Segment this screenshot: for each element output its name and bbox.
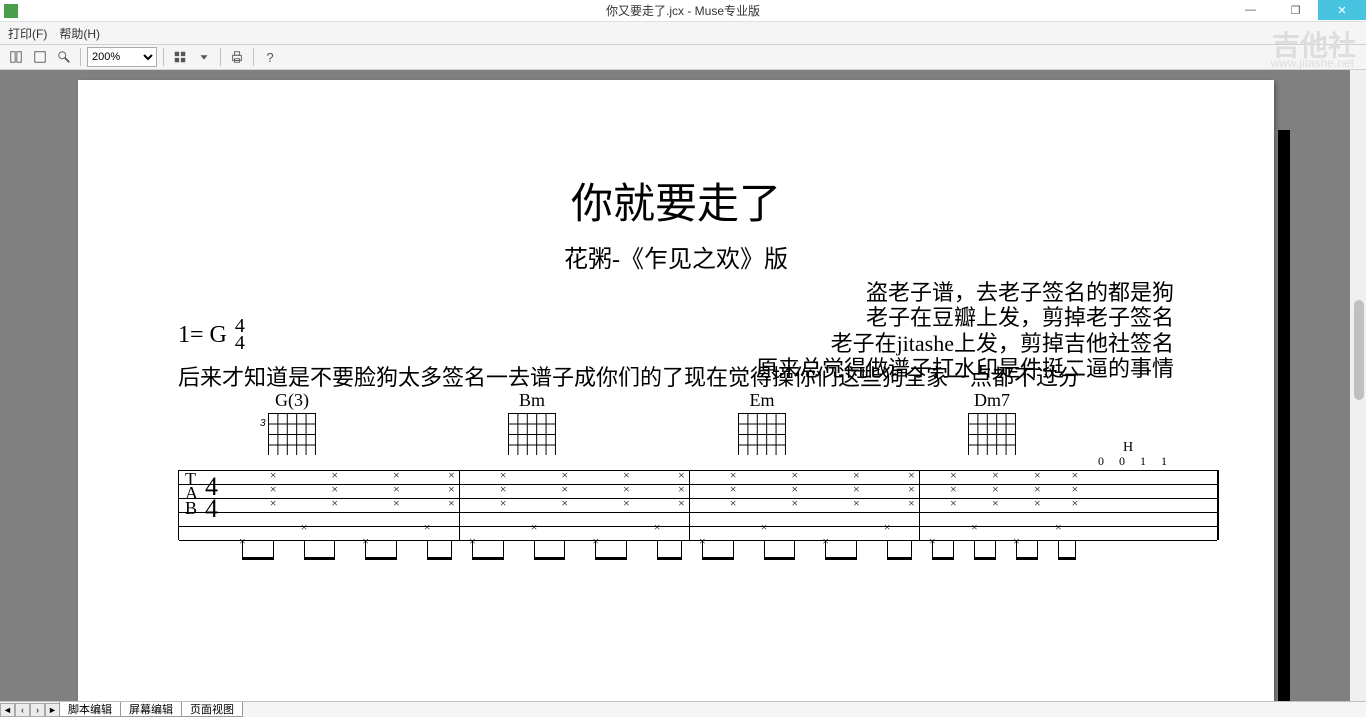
app-icon bbox=[4, 4, 18, 18]
scrollbar-thumb[interactable] bbox=[1354, 300, 1364, 400]
print-button[interactable] bbox=[227, 47, 247, 67]
tool-btn-1[interactable] bbox=[6, 47, 26, 67]
tab-screen-edit[interactable]: 屏幕编辑 bbox=[120, 702, 182, 717]
chord-bm: Bm bbox=[508, 390, 556, 455]
key-signature: 1= G 4 4 bbox=[178, 318, 245, 352]
tab-script-edit[interactable]: 脚本编辑 bbox=[59, 702, 121, 717]
separator bbox=[220, 48, 221, 66]
chord-dm7: Dm7 bbox=[968, 390, 1016, 455]
menubar: 打印(F) 帮助(H) bbox=[0, 22, 1366, 44]
bottom-tabs: ◄ ‹ › ► 脚本编辑 屏幕编辑 页面视图 bbox=[0, 701, 1366, 717]
separator bbox=[253, 48, 254, 66]
workspace: 你就要走了 花粥-《乍见之欢》版 盗老子谱，去老子签名的都是狗 老子在豆瓣上发，… bbox=[0, 70, 1366, 701]
maximize-button[interactable]: ❐ bbox=[1273, 0, 1318, 20]
menu-print[interactable]: 打印(F) bbox=[8, 25, 47, 42]
time-signature: 4 4 bbox=[235, 318, 245, 352]
separator bbox=[80, 48, 81, 66]
song-subtitle: 花粥-《乍见之欢》版 bbox=[78, 239, 1274, 274]
song-title: 你就要走了 bbox=[78, 170, 1274, 231]
nav-first[interactable]: ◄ bbox=[0, 703, 15, 717]
tool-btn-grid2[interactable] bbox=[194, 47, 214, 67]
chord-em: Em bbox=[738, 390, 786, 455]
menu-help[interactable]: 帮助(H) bbox=[59, 25, 100, 42]
tab-timesig: 4 4 bbox=[205, 476, 218, 520]
window-title: 你又要走了.jcx - Muse专业版 bbox=[606, 2, 760, 19]
chord-g3: G(3) 3 bbox=[268, 390, 316, 455]
tool-btn-grid1[interactable] bbox=[170, 47, 190, 67]
key-text: 1= G bbox=[178, 322, 227, 349]
nav-prev[interactable]: ‹ bbox=[15, 703, 30, 717]
document-page: 你就要走了 花粥-《乍见之欢》版 盗老子谱，去老子签名的都是狗 老子在豆瓣上发，… bbox=[78, 80, 1274, 701]
tool-btn-2[interactable] bbox=[30, 47, 50, 67]
tool-btn-3[interactable] bbox=[54, 47, 74, 67]
chord-row: G(3) 3 Bm Em Dm7 H 0 0 1 1 bbox=[178, 390, 1218, 470]
tab-page-view[interactable]: 页面视图 bbox=[181, 702, 243, 717]
vertical-scrollbar[interactable] bbox=[1350, 70, 1366, 701]
zoom-select[interactable]: 200% bbox=[87, 47, 157, 67]
tab-clef: T A B bbox=[185, 472, 198, 515]
toolbar: 200% ? bbox=[0, 44, 1366, 70]
titlebar: 你又要走了.jcx - Muse专业版 — ❐ ✕ bbox=[0, 0, 1366, 22]
page-shadow bbox=[1278, 130, 1290, 701]
tab-staff: T A B 4 4 ××××××××××××××××××××××××××××××… bbox=[178, 470, 1218, 540]
fret-numbers: 0 0 1 1 bbox=[1098, 454, 1173, 469]
comment-5: 后来才知道是不要脸狗太多签名一去谱子成你们的了现在觉得操你们这些狗全家一点都不过… bbox=[178, 360, 1080, 392]
nav-last[interactable]: ► bbox=[45, 703, 60, 717]
separator bbox=[163, 48, 164, 66]
nav-next[interactable]: › bbox=[30, 703, 45, 717]
window-controls: — ❐ ✕ bbox=[1228, 0, 1366, 20]
help-button[interactable]: ? bbox=[260, 47, 280, 67]
close-button[interactable]: ✕ bbox=[1318, 0, 1366, 20]
comment-1: 盗老子谱，去老子签名的都是狗 bbox=[78, 280, 1174, 305]
tab-area: G(3) 3 Bm Em Dm7 H 0 0 1 1 bbox=[178, 390, 1218, 540]
minimize-button[interactable]: — bbox=[1228, 0, 1273, 20]
